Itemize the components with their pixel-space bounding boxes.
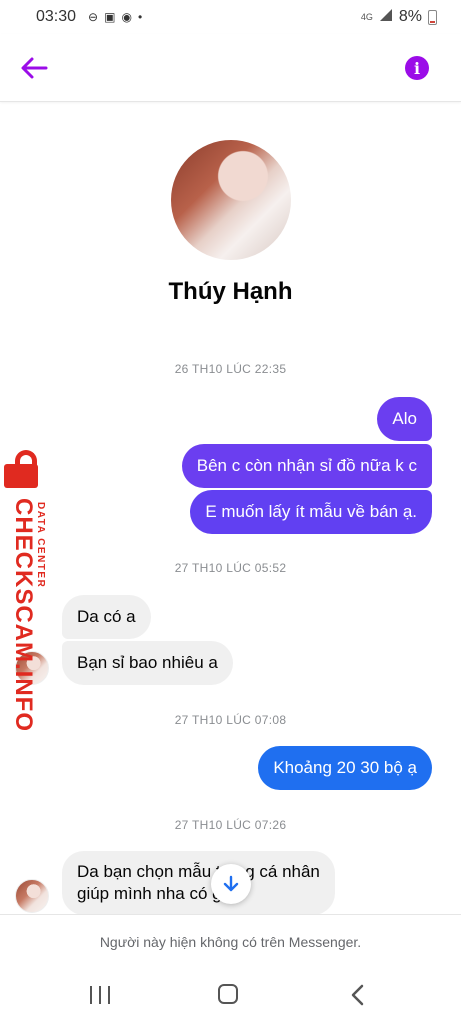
message-line: Da bạn chọn mẫu trong cá nhân: [77, 862, 320, 881]
status-notification-icons: ⊖ ▣ ◉ •: [88, 11, 142, 23]
messenger-icon: ◉: [121, 10, 132, 24]
unavailable-notice: Người này hiện không có trên Messenger.: [99, 934, 362, 950]
incoming-message[interactable]: Da bạn chọn mẫu trong cá nhân giúp mình …: [62, 851, 335, 915]
outgoing-message[interactable]: Khoảng 20 30 bộ ạ: [258, 746, 432, 790]
watermark-text: DATA CENTER CHECKSCAM.INFO: [10, 498, 46, 732]
back-arrow-icon: [21, 57, 48, 79]
outgoing-message[interactable]: Bên c còn nhận sỉ đồ nữa k c: [181, 444, 432, 488]
dot-icon: •: [137, 10, 143, 24]
contact-avatar[interactable]: [15, 879, 49, 913]
battery-percent: 8%: [398, 8, 422, 25]
message-timestamp: 26 TH10 LÚC 22:35: [174, 362, 287, 376]
incoming-message[interactable]: Bạn sỉ bao nhiêu a: [62, 641, 233, 685]
message-line: giúp mình nha có gì.: [77, 884, 232, 903]
footer-divider: [0, 914, 461, 915]
network-type: 4G: [360, 11, 373, 22]
profile-name: Thúy Hạnh: [168, 278, 293, 305]
do-not-disturb-icon: ⊖: [88, 10, 99, 24]
home-button[interactable]: [218, 984, 238, 1004]
status-bar: 03:30 ⊖ ▣ ◉ • 4G 8%: [0, 0, 461, 34]
status-time: 03:30: [36, 8, 77, 25]
info-icon: i: [413, 58, 421, 78]
arrow-down-icon: [223, 875, 239, 892]
status-right: 4G 8%: [361, 8, 437, 27]
recents-button[interactable]: [90, 986, 110, 1004]
system-nav-bar: [0, 970, 461, 1024]
incoming-message[interactable]: Da có a: [62, 595, 151, 639]
info-button[interactable]: i: [405, 56, 429, 80]
chevron-left-icon: [351, 984, 364, 1006]
watermark-title: CHECKSCAM.INFO: [10, 498, 37, 732]
message-timestamp: 27 TH10 LÚC 07:26: [174, 818, 287, 832]
lock-icon: [4, 450, 46, 490]
system-back-button[interactable]: [348, 984, 368, 1006]
checkscam-watermark: DATA CENTER CHECKSCAM.INFO: [2, 450, 52, 732]
status-left: 03:30 ⊖ ▣ ◉ •: [36, 8, 142, 26]
scroll-to-bottom-button[interactable]: [211, 864, 251, 904]
profile-avatar[interactable]: [171, 140, 291, 260]
message-timestamp: 27 TH10 LÚC 07:08: [174, 713, 287, 727]
conversation-header: i: [0, 34, 461, 102]
gallery-icon: ▣: [104, 10, 116, 24]
back-button[interactable]: [18, 54, 50, 82]
recents-icon: [90, 986, 92, 1004]
message-timestamp: 27 TH10 LÚC 05:52: [174, 561, 287, 575]
outgoing-message[interactable]: E muốn lấy ít mẫu về bán ạ.: [190, 490, 432, 534]
outgoing-message[interactable]: Alo: [377, 397, 432, 441]
battery-icon: [428, 9, 437, 25]
signal-icon: [379, 8, 393, 27]
